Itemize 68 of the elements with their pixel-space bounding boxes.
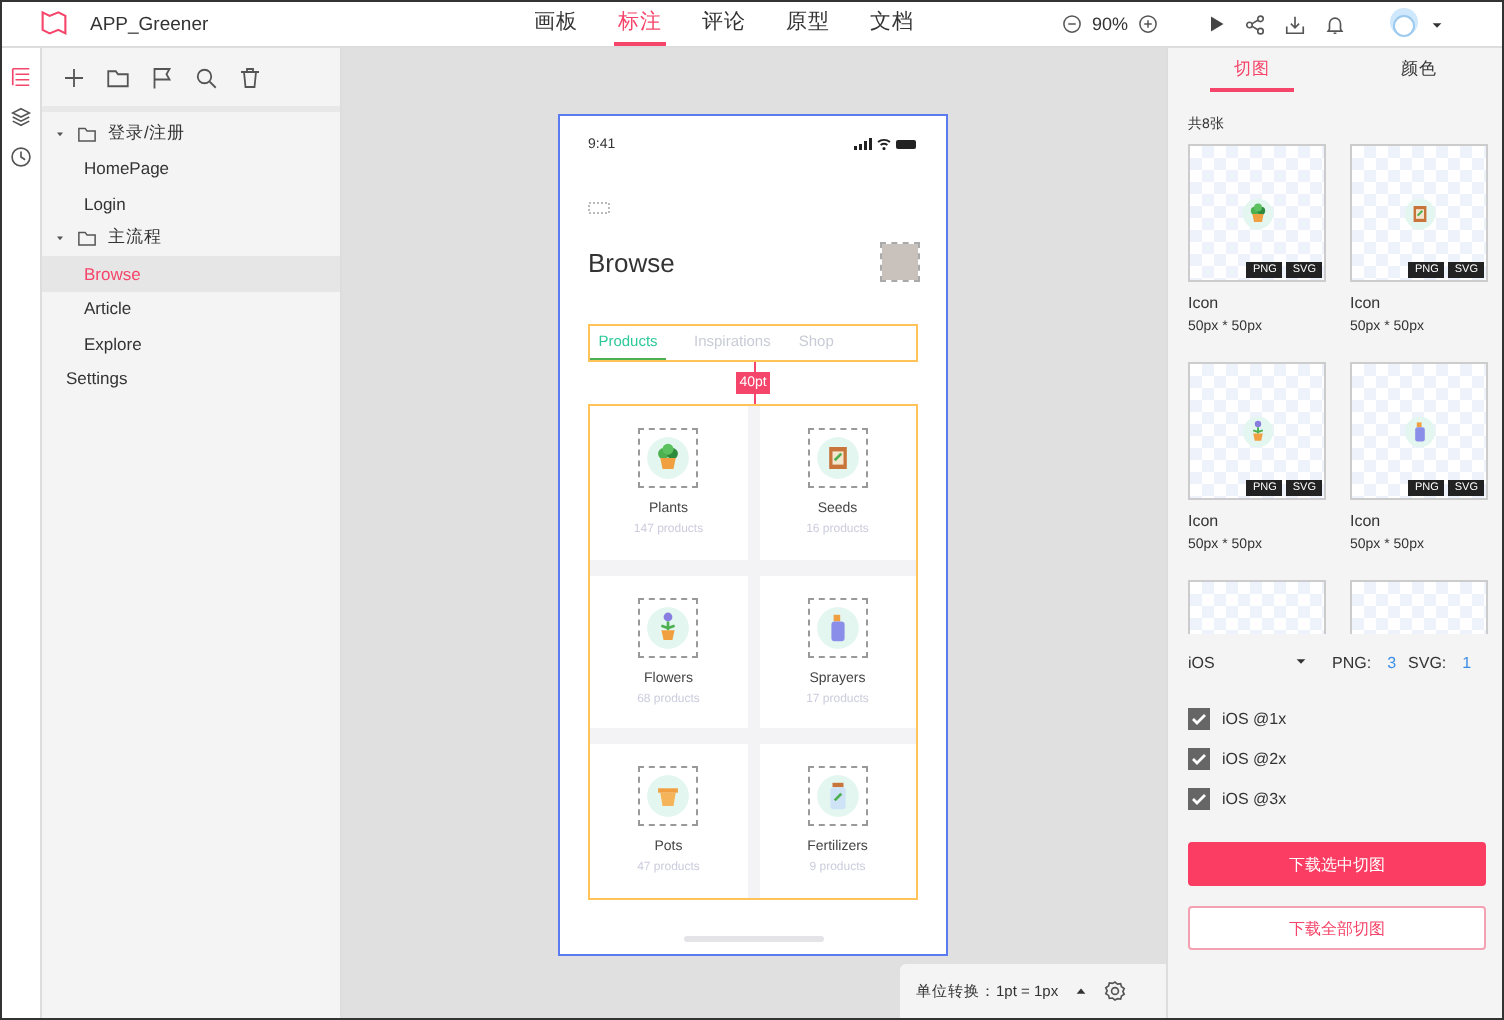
seed-packet-icon: [1403, 197, 1435, 229]
scale-label: iOS @1x: [1222, 710, 1287, 728]
nav-tab[interactable]: 原型: [782, 2, 834, 46]
tree-item[interactable]: Login: [84, 193, 126, 214]
caret-icon[interactable]: [1430, 17, 1445, 31]
page-title: Browse: [588, 247, 675, 277]
slice-name: Icon: [1188, 512, 1221, 530]
png-label: PNG:: [1332, 653, 1372, 671]
checkbox[interactable]: [1188, 708, 1210, 730]
potted-plant-icon: [1241, 197, 1273, 229]
nav-tab[interactable]: 画板: [530, 2, 582, 46]
flag-icon[interactable]: [150, 65, 174, 89]
tree-item[interactable]: Explore: [84, 333, 142, 354]
caret-icon[interactable]: [1074, 984, 1089, 998]
add-icon[interactable]: [62, 65, 86, 89]
nav-tab[interactable]: 文档: [866, 2, 918, 46]
flower-pot-icon: [1241, 415, 1273, 447]
tree-item[interactable]: 登录/注册: [108, 121, 185, 146]
png-count: 3: [1387, 653, 1397, 671]
jar-icon: [815, 774, 860, 819]
bell-icon[interactable]: [1324, 13, 1347, 35]
folder-icon: [76, 228, 98, 249]
nav-tab[interactable]: 评论: [698, 2, 750, 46]
tree-item[interactable]: Settings: [66, 368, 128, 389]
slice-name: Icon: [1188, 294, 1221, 312]
outline-icon[interactable]: [10, 66, 32, 88]
caret-icon: [1294, 653, 1308, 667]
seed-packet-icon: [815, 436, 860, 480]
flower-pot-icon: [646, 605, 691, 650]
checkbox[interactable]: [1188, 788, 1210, 810]
settings-icon[interactable]: [1104, 980, 1127, 1002]
scale-label: iOS @3x: [1222, 790, 1287, 808]
layers-icon[interactable]: [10, 106, 32, 128]
project-title: APP_Greener: [90, 13, 211, 35]
zoom-out-icon[interactable]: [1062, 14, 1082, 34]
trash-icon[interactable]: [238, 65, 262, 89]
download-icon[interactable]: [1284, 13, 1307, 35]
spray-bottle-icon: [815, 605, 860, 650]
status-icons: [854, 138, 918, 150]
play-icon[interactable]: [1206, 14, 1227, 34]
search-icon[interactable]: [194, 65, 218, 89]
spray-bottle-icon: [1403, 415, 1435, 447]
share-icon[interactable]: [1244, 13, 1267, 35]
potted-plant-icon: [646, 436, 691, 480]
folder-icon: [76, 123, 98, 144]
svg-count: 1: [1462, 653, 1472, 671]
tree-item[interactable]: HomePage: [84, 158, 170, 179]
svg-label: SVG:: [1408, 653, 1447, 671]
caret-icon[interactable]: [54, 232, 66, 245]
zoom-in-icon[interactable]: [1138, 14, 1159, 34]
photo-placeholder: [882, 244, 918, 280]
slice-name: Icon: [1350, 294, 1383, 312]
platform-dropdown[interactable]: iOS: [1188, 653, 1308, 671]
folder-icon[interactable]: [106, 65, 130, 89]
zoom-level: 90%: [1092, 14, 1129, 34]
download-button[interactable]: 下载选中切图: [1188, 842, 1486, 886]
menu-placeholder-icon: [588, 202, 610, 214]
caret-icon[interactable]: [54, 127, 66, 140]
download-button[interactable]: 下载全部切图: [1188, 906, 1486, 950]
checkbox[interactable]: [1188, 748, 1210, 770]
panel-tab[interactable]: 颜色: [1335, 48, 1502, 94]
flower-pot-icon: [646, 774, 691, 819]
tree-item[interactable]: 主流程: [108, 226, 162, 251]
map-logo-icon: [38, 7, 70, 35]
tree-item[interactable]: Article: [84, 298, 132, 319]
scale-label: iOS @2x: [1222, 750, 1287, 768]
slice-name: Icon: [1350, 512, 1383, 530]
clock-icon[interactable]: [10, 146, 32, 168]
